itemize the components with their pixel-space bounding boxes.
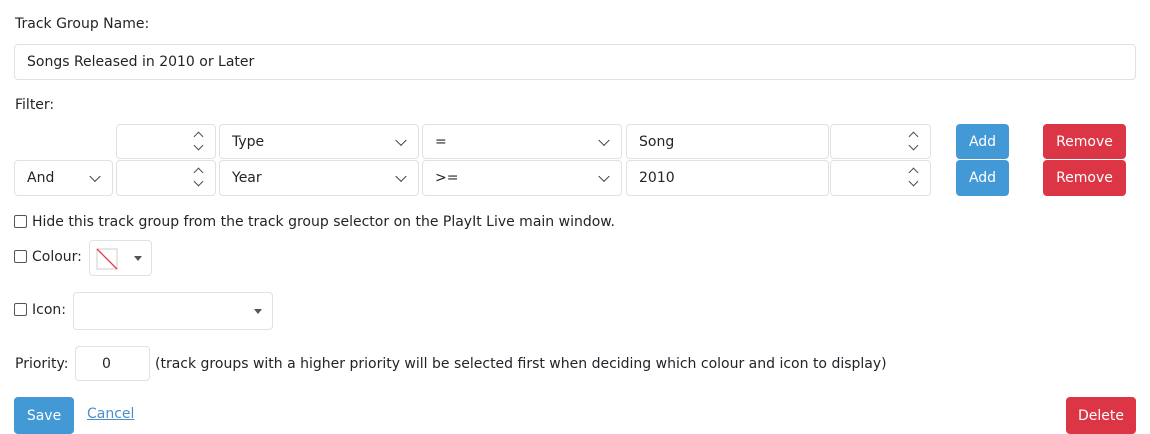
caret-down-icon — [254, 309, 262, 314]
chevron-down-icon — [598, 170, 610, 183]
priority-hint: (track groups with a higher priority wil… — [155, 356, 887, 372]
remove-filter-button[interactable]: Remove — [1043, 160, 1126, 196]
filter-value-input[interactable]: 2010 — [626, 160, 829, 196]
priority-input[interactable]: 0 — [75, 346, 150, 381]
track-group-name-label: Track Group Name: — [15, 16, 150, 32]
icon-checkbox[interactable] — [14, 303, 27, 316]
filter-value-text: Song — [639, 133, 675, 150]
filter-field-value: Year — [232, 170, 262, 186]
filter-field-select[interactable]: Year — [219, 160, 419, 196]
spinner-icon[interactable] — [193, 164, 205, 192]
cancel-link[interactable]: Cancel — [87, 406, 134, 422]
icon-select[interactable] — [73, 292, 273, 330]
remove-filter-button[interactable]: Remove — [1043, 124, 1126, 159]
filter-operator-value: >= — [435, 170, 459, 186]
track-group-name-input[interactable]: Songs Released in 2010 or Later — [14, 44, 1136, 80]
colour-label: Colour: — [32, 249, 82, 265]
priority-label: Priority: — [15, 356, 69, 372]
chevron-down-icon — [395, 134, 407, 146]
spinner-icon[interactable] — [193, 128, 205, 156]
no-colour-swatch-icon — [96, 248, 118, 270]
colour-picker[interactable] — [89, 240, 152, 276]
filter-label: Filter: — [15, 97, 55, 113]
open-paren-stepper[interactable] — [116, 160, 216, 196]
hide-track-group-checkbox[interactable] — [14, 215, 27, 228]
colour-checkbox[interactable] — [14, 250, 27, 263]
caret-down-icon — [134, 256, 142, 261]
save-button[interactable]: Save — [14, 397, 74, 434]
close-paren-stepper[interactable] — [830, 124, 931, 159]
add-filter-button[interactable]: Add — [956, 160, 1009, 196]
filter-operator-select[interactable]: = — [422, 124, 622, 159]
filter-field-value: Type — [232, 133, 265, 150]
filter-conjunction-value: And — [27, 170, 55, 186]
add-filter-button[interactable]: Add — [956, 124, 1009, 159]
chevron-down-icon — [395, 170, 407, 183]
chevron-down-icon — [598, 134, 610, 146]
spinner-icon[interactable] — [908, 164, 920, 192]
delete-button[interactable]: Delete — [1066, 397, 1136, 434]
filter-field-select[interactable]: Type — [219, 124, 419, 159]
chevron-down-icon — [89, 170, 101, 183]
priority-value: 0 — [102, 355, 111, 372]
open-paren-stepper[interactable] — [116, 124, 216, 159]
spinner-icon[interactable] — [908, 128, 920, 156]
track-group-name-value: Songs Released in 2010 or Later — [27, 54, 255, 70]
hide-track-group-label: Hide this track group from the track gro… — [32, 214, 615, 230]
icon-label: Icon: — [32, 302, 66, 318]
filter-conjunction-select[interactable]: And — [14, 160, 113, 196]
close-paren-stepper[interactable] — [830, 160, 931, 196]
filter-value-input[interactable]: Song — [626, 124, 829, 159]
filter-operator-value: = — [435, 133, 447, 150]
filter-operator-select[interactable]: >= — [422, 160, 622, 196]
filter-value-text: 2010 — [639, 170, 675, 186]
